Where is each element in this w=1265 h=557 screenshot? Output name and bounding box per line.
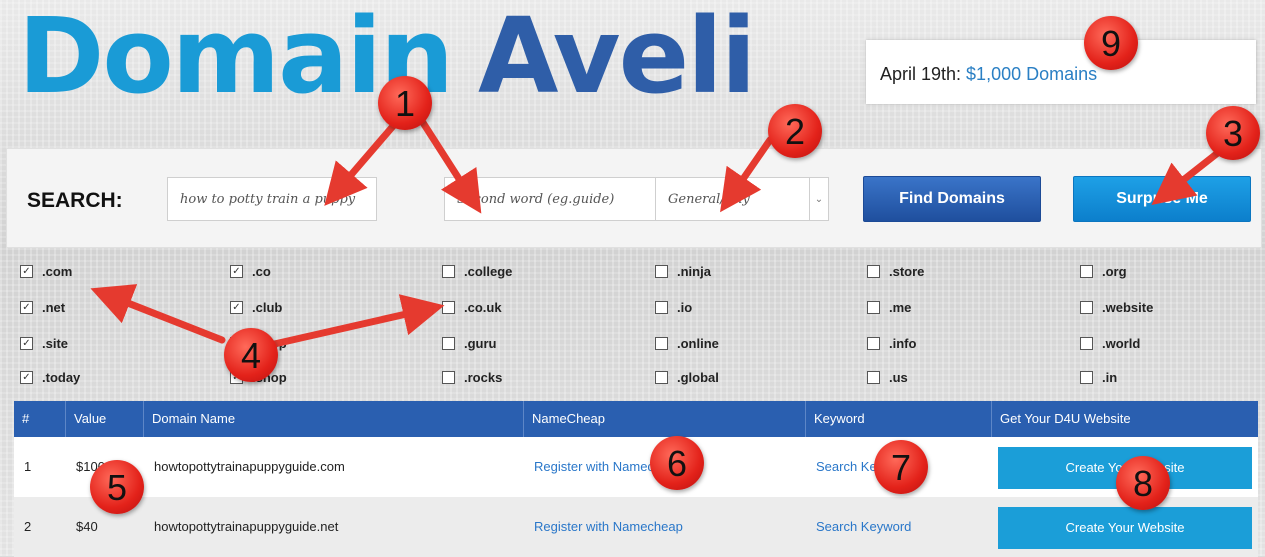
arrow-1a: [324, 114, 404, 206]
arrow-3: [1151, 144, 1228, 205]
callout-marker-6: 6: [650, 436, 704, 490]
arrow-4b: [266, 294, 445, 349]
callout-marker-7: 7: [874, 440, 928, 494]
callout-marker-1: 1: [378, 76, 432, 130]
arrow-4a: [90, 284, 226, 344]
callout-marker-5: 5: [90, 460, 144, 514]
arrow-2: [720, 136, 774, 213]
arrow-1b: [416, 114, 482, 214]
callout-marker-8: 8: [1116, 456, 1170, 510]
annotation-arrows: [90, 114, 1228, 349]
callout-marker-9: 9: [1084, 16, 1138, 70]
callout-marker-4: 4: [224, 328, 278, 382]
callout-marker-2: 2: [768, 104, 822, 158]
callout-marker-3: 3: [1206, 106, 1260, 160]
